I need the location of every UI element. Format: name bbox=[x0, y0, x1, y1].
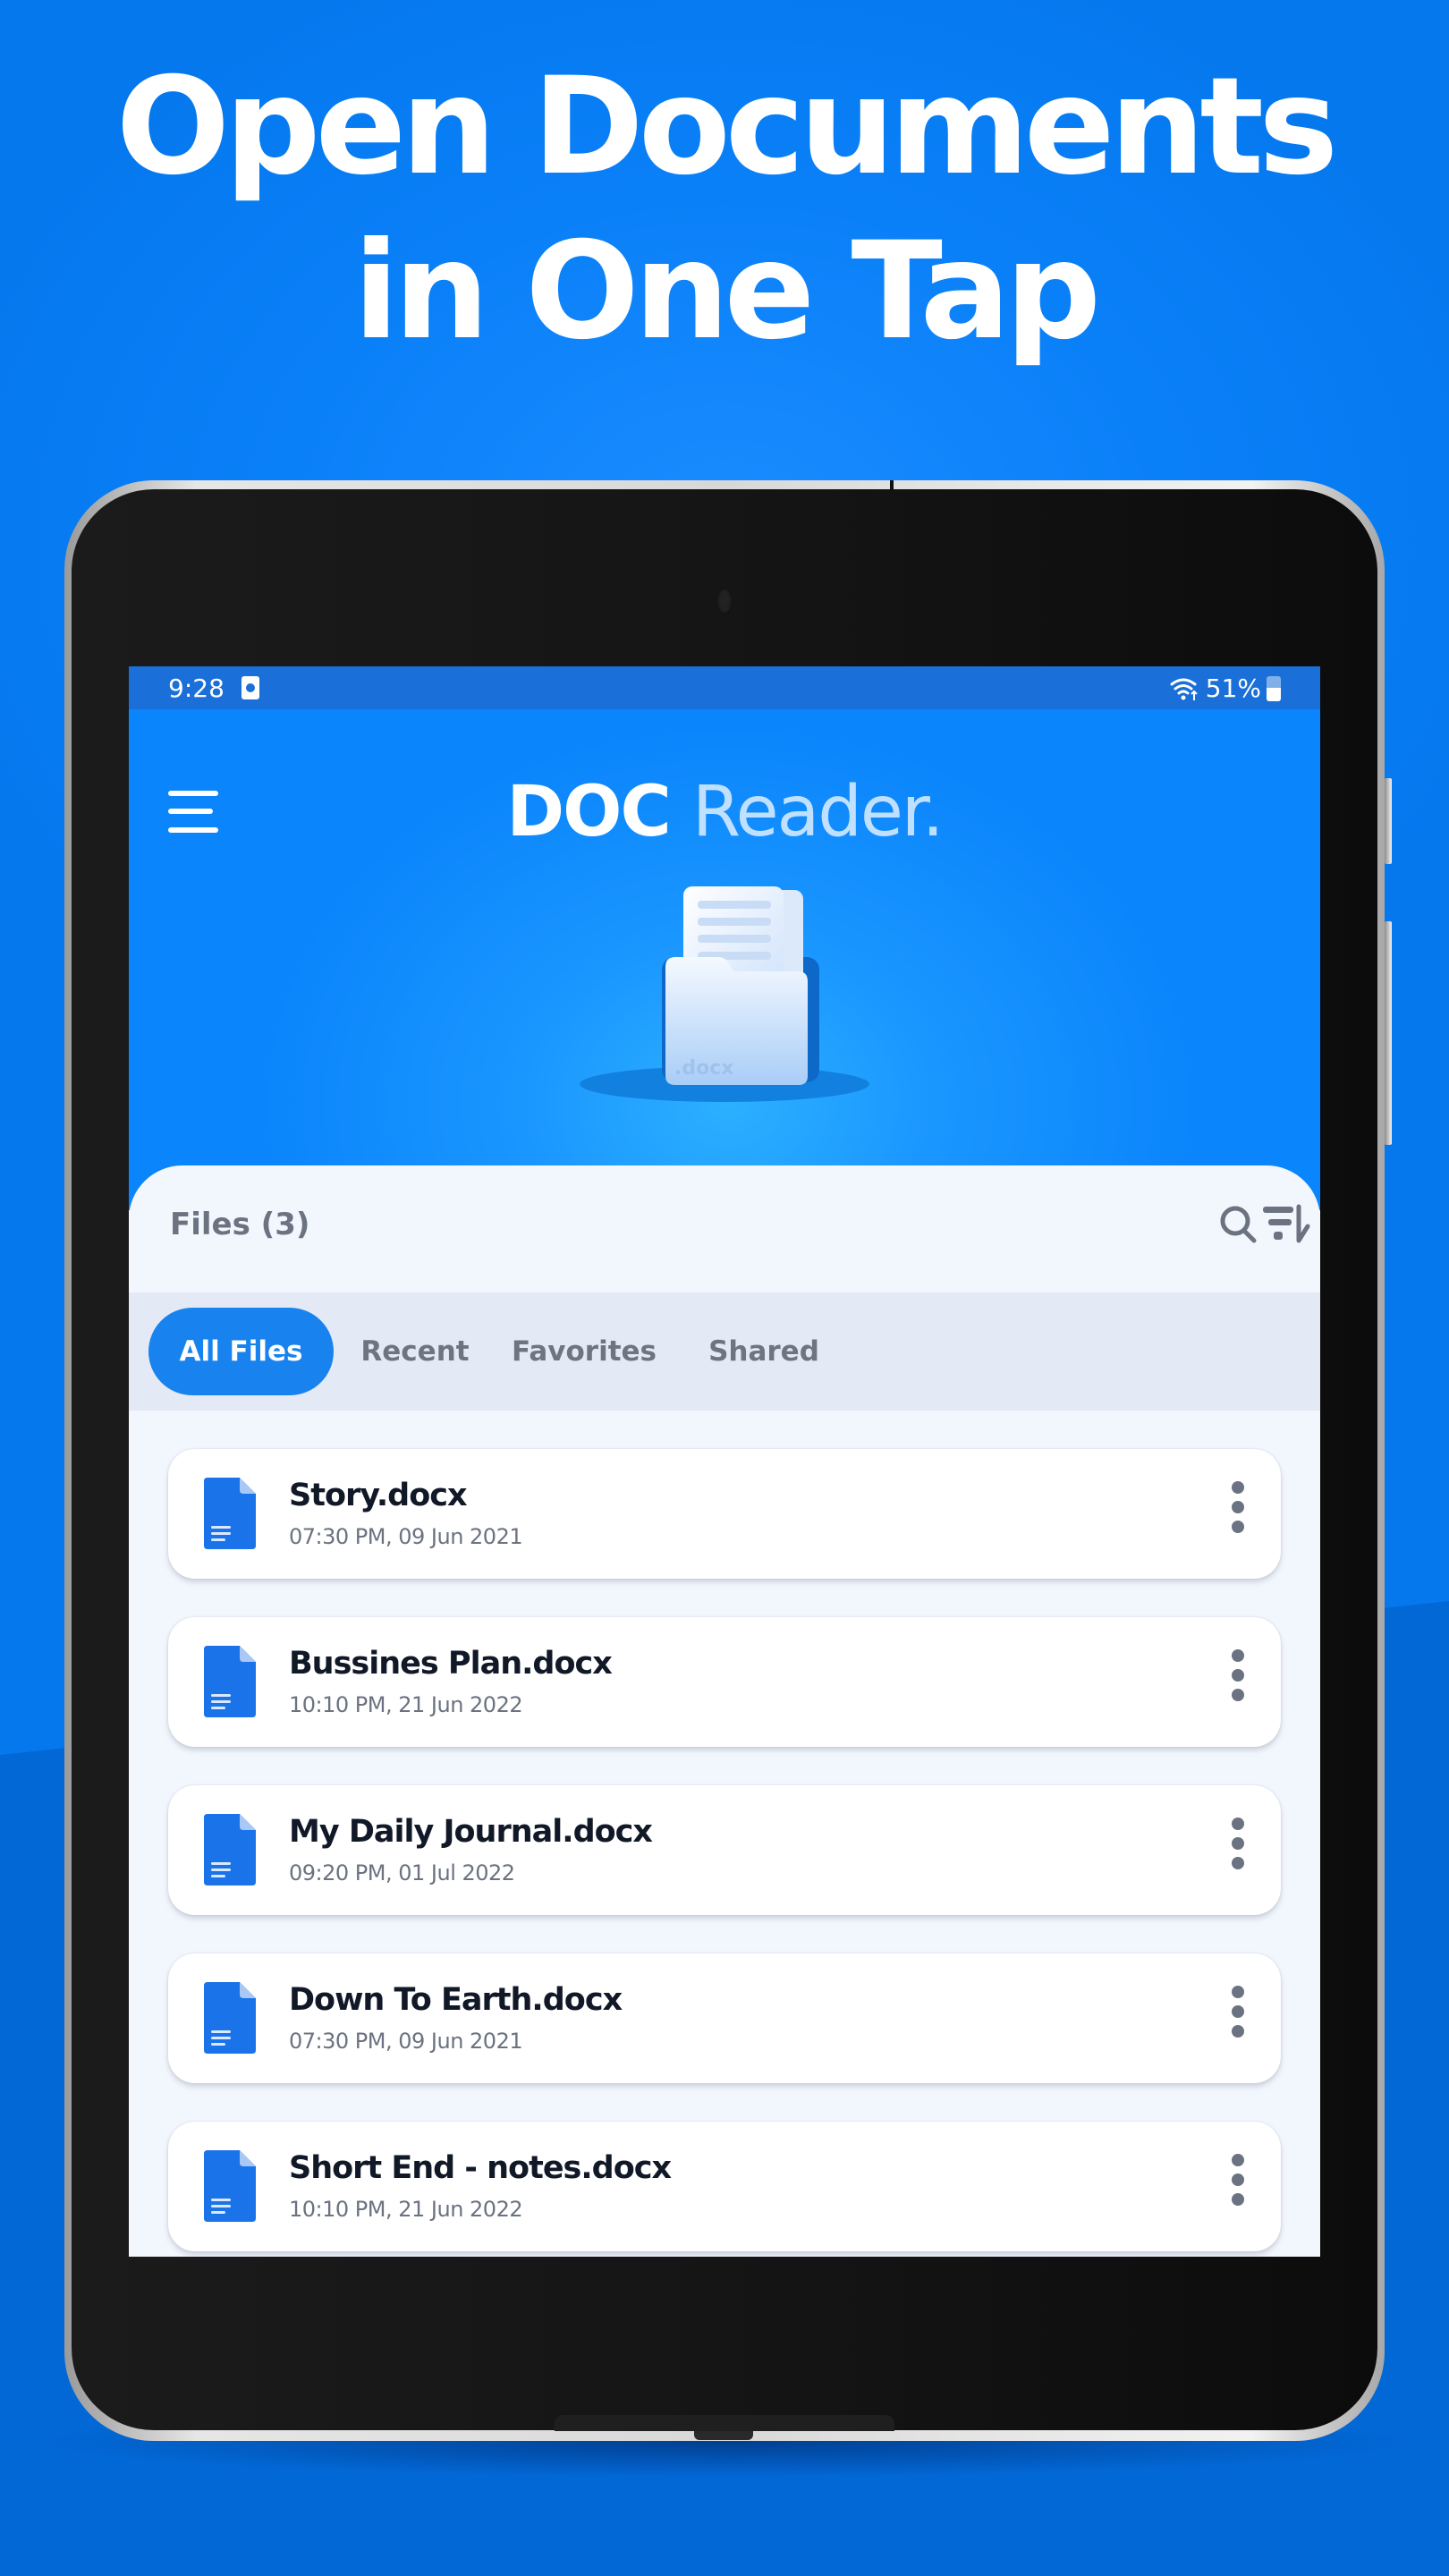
tab-favorites[interactable]: Favorites bbox=[499, 1308, 669, 1395]
file-list-item[interactable]: Down To Earth.docx 07:30 PM, 09 Jun 2021 bbox=[168, 1953, 1281, 2083]
tab-all-files[interactable]: All Files bbox=[148, 1308, 334, 1395]
file-date: 10:10 PM, 21 Jun 2022 bbox=[289, 1692, 523, 1717]
docx-file-icon bbox=[204, 1814, 256, 1885]
docx-label: .docx bbox=[674, 1057, 733, 1080]
notification-icon bbox=[242, 676, 259, 699]
battery-percent: 51% bbox=[1205, 674, 1261, 703]
filter-tabs: All Files Recent Favorites Shared bbox=[129, 1292, 1320, 1411]
status-right: 51% bbox=[1170, 674, 1281, 703]
charging-port bbox=[694, 2431, 753, 2440]
sort-icon[interactable] bbox=[1259, 1203, 1317, 1246]
more-options-icon[interactable] bbox=[1227, 1986, 1249, 2050]
status-time: 9:28 bbox=[168, 674, 225, 703]
file-date: 10:10 PM, 21 Jun 2022 bbox=[289, 2197, 523, 2222]
docx-file-icon bbox=[204, 1478, 256, 1549]
file-list-item[interactable]: My Daily Journal.docx 09:20 PM, 01 Jul 2… bbox=[168, 1785, 1281, 1915]
app-title-reader: Reader. bbox=[691, 772, 945, 852]
volume-button bbox=[1385, 778, 1392, 864]
files-sheet: Files (3) All Files Recent Favorites Sha… bbox=[129, 1165, 1320, 2257]
headline-line-2: in One Tap bbox=[352, 214, 1101, 369]
battery-icon bbox=[1267, 675, 1281, 701]
tab-shared[interactable]: Shared bbox=[692, 1308, 835, 1395]
file-list-item[interactable]: Bussines Plan.docx 10:10 PM, 21 Jun 2022 bbox=[168, 1617, 1281, 1747]
file-name: My Daily Journal.docx bbox=[289, 1814, 653, 1850]
file-date: 07:30 PM, 09 Jun 2021 bbox=[289, 1524, 523, 1549]
docx-file-icon bbox=[204, 2150, 256, 2222]
tablet-screen: 9:28 51% DOC Reader. .docx Files (3) All… bbox=[129, 666, 1320, 2257]
docx-file-icon bbox=[204, 1646, 256, 1717]
app-header: DOC Reader. .docx bbox=[129, 709, 1320, 1210]
app-title: DOC Reader. bbox=[129, 772, 1320, 852]
file-name: Story.docx bbox=[289, 1478, 468, 1513]
promo-headline: Open Documents in One Tap bbox=[0, 45, 1449, 374]
file-list-item[interactable]: Story.docx 07:30 PM, 09 Jun 2021 bbox=[168, 1449, 1281, 1579]
folder-document-illustration: .docx bbox=[580, 886, 869, 1102]
tab-recent[interactable]: Recent bbox=[348, 1308, 482, 1395]
more-options-icon[interactable] bbox=[1227, 1818, 1249, 1882]
docx-file-icon bbox=[204, 1982, 256, 2054]
power-button bbox=[1385, 921, 1392, 1145]
file-name: Short End - notes.docx bbox=[289, 2150, 672, 2186]
file-name: Down To Earth.docx bbox=[289, 1982, 623, 2018]
files-heading: Files (3) bbox=[170, 1207, 310, 1242]
app-title-doc: DOC bbox=[506, 772, 671, 852]
file-date: 09:20 PM, 01 Jul 2022 bbox=[289, 1860, 515, 1885]
more-options-icon[interactable] bbox=[1227, 1649, 1249, 1714]
frame-notch bbox=[890, 480, 894, 491]
file-name: Bussines Plan.docx bbox=[289, 1646, 613, 1682]
more-options-icon[interactable] bbox=[1227, 1481, 1249, 1546]
bezel-bottom-tab bbox=[555, 2415, 894, 2431]
front-camera-icon bbox=[716, 588, 733, 614]
wifi-icon bbox=[1170, 678, 1198, 700]
file-date: 07:30 PM, 09 Jun 2021 bbox=[289, 2029, 523, 2054]
status-bar: 9:28 51% bbox=[129, 666, 1320, 709]
more-options-icon[interactable] bbox=[1227, 2154, 1249, 2218]
battery-fill bbox=[1267, 688, 1281, 701]
file-list-item[interactable]: Short End - notes.docx 10:10 PM, 21 Jun … bbox=[168, 2122, 1281, 2251]
search-icon[interactable] bbox=[1217, 1203, 1260, 1246]
headline-line-1: Open Documents bbox=[115, 49, 1339, 205]
